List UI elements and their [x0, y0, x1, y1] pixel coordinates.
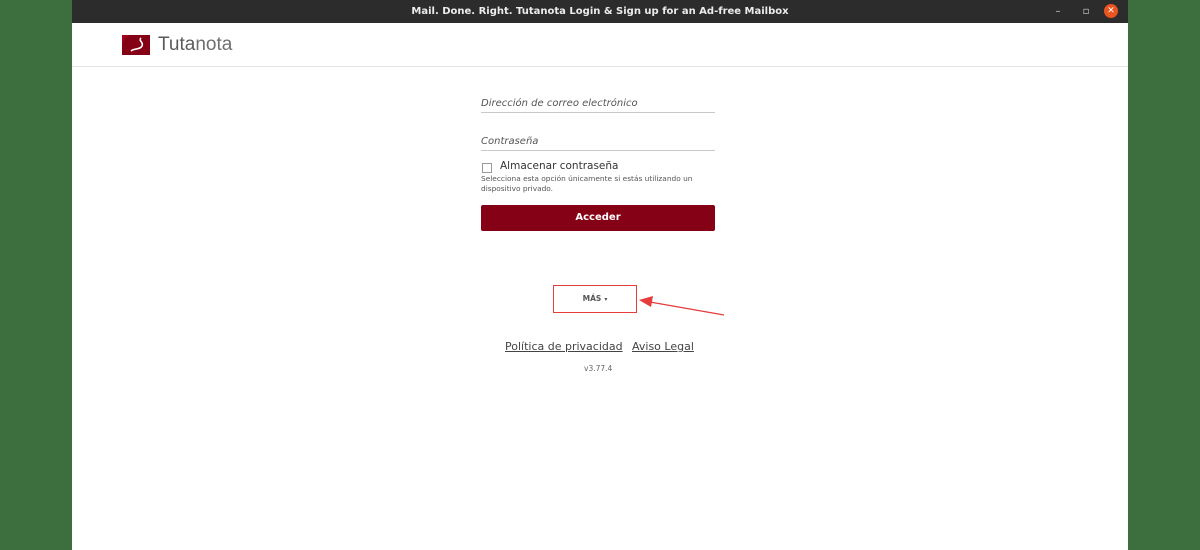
- app-window: Mail. Done. Right. Tutanota Login & Sign…: [72, 0, 1128, 550]
- legal-notice-link[interactable]: Aviso Legal: [632, 340, 694, 353]
- version-label: v3.77.4: [584, 364, 613, 373]
- privacy-policy-link[interactable]: Política de privacidad: [505, 340, 623, 353]
- desktop-background-left: [0, 0, 72, 550]
- annotation-arrow-icon: [639, 296, 725, 316]
- desktop-background-right: [1128, 0, 1200, 550]
